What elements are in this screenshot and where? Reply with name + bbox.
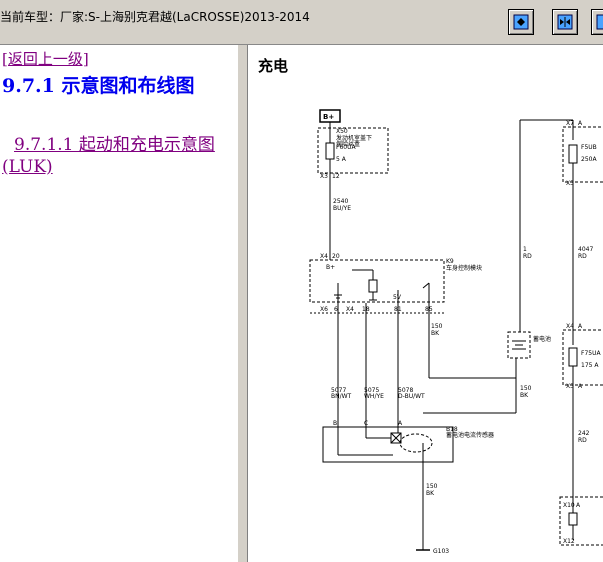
pin-a-x4r: A — [578, 323, 583, 330]
pin-a-x10: A — [576, 502, 581, 509]
collapse-icon — [596, 14, 603, 30]
x7-label: X7 — [566, 120, 574, 127]
w2540-color: BU/YE — [333, 205, 351, 212]
w5077-color: BN/WT — [331, 393, 352, 400]
x6-label: X6 — [320, 306, 328, 313]
f75ua-label: F75UA — [581, 350, 601, 357]
pin-18-label: 18 — [362, 306, 370, 313]
pin-a-x3r: A — [578, 383, 583, 390]
expand-icon — [557, 14, 573, 30]
window-title: 当前车型：厂家:S-上海别克君越(LaCROSSE)2013-2014 — [0, 10, 310, 24]
pin-85-label: 85 — [425, 306, 433, 313]
pin-20-label: 20 — [332, 253, 340, 260]
x50-label: X50 — [336, 128, 348, 135]
k9-desc: 车身控制模块 — [446, 264, 482, 272]
pin-6-label: 6 — [334, 306, 338, 313]
pin-a-x7: A — [578, 120, 583, 127]
bk-right: BK — [520, 392, 529, 399]
rd-4047: RD — [578, 253, 587, 260]
nav-pane: [返回上一级] 9.7.1 示意图和布线图 9.7.1.1 起动和充电示意图 (… — [0, 45, 237, 562]
x4-right-label: X4 — [566, 323, 574, 330]
w5075-color: WH/YE — [364, 393, 384, 400]
sv-label: 5V — [393, 294, 402, 301]
pin-b-label: B — [333, 420, 337, 427]
f60ua-rating: 5 A — [336, 156, 347, 163]
x12-label: X12 — [563, 538, 575, 545]
pin-81-label: 81 — [394, 306, 402, 313]
battery-label: 蓄电池 — [533, 335, 551, 343]
w5078-color: D-BU/WT — [398, 393, 425, 400]
w1-label: 1 — [523, 246, 527, 253]
x4-mid-label: X4 — [346, 306, 354, 313]
pane-splitter[interactable] — [237, 45, 248, 562]
bk-top: BK — [431, 330, 440, 337]
x4-top-label: X4 — [320, 253, 328, 260]
w150-top: 150 — [431, 323, 443, 330]
toolbar: 当前车型：厂家:S-上海别克君越(LaCROSSE)2013-2014 — [0, 0, 603, 45]
g103-label: G103 — [433, 548, 449, 555]
f5ub-rating: 250A — [581, 156, 597, 163]
bplus-k9-label: B+ — [326, 264, 335, 271]
pin-12-label: 12 — [332, 173, 340, 180]
diamond-icon — [513, 14, 529, 30]
rd-242: RD — [578, 437, 587, 444]
back-link[interactable]: [返回上一级] — [2, 48, 89, 69]
w2540-label: 2540 — [333, 198, 348, 205]
x3-right-label: X3 — [566, 180, 574, 187]
section-heading: 9.7.1 示意图和布线图 — [2, 75, 195, 97]
w242-label: 242 — [578, 430, 590, 437]
bk-bot: BK — [426, 490, 435, 497]
x3-left-label: X3 — [320, 173, 328, 180]
pin-a-label: A — [398, 420, 403, 427]
show-button[interactable] — [508, 9, 534, 35]
x10-label: X10 — [563, 502, 575, 509]
sub-section-link[interactable]: 9.7.1.1 起动和充电示意图 (LUK) — [2, 134, 232, 178]
k9-label: K9 — [446, 258, 454, 265]
pin-c-label: C — [364, 420, 368, 427]
f75ua-rating: 175 A — [581, 362, 599, 369]
bplus-label: B+ — [323, 113, 334, 121]
wiring-diagram: B+ X50 发动机室盖下 保险丝盒 F60UA 5 A X3 12 2540 … — [309, 109, 603, 555]
diagram-pane: 充电 B+ X50 发动机室盖下 保险丝盒 F60UA 5 A X3 12 25… — [248, 45, 603, 562]
w4047-label: 4047 — [578, 246, 593, 253]
expand-button[interactable] — [552, 9, 578, 35]
b18-desc: 蓄电池电流传感器 — [446, 431, 494, 439]
rd1-label: RD — [523, 253, 532, 260]
x3-right2-label: X3 — [566, 383, 574, 390]
f5ub-label: F5UB — [581, 144, 597, 151]
w150-right: 150 — [520, 385, 532, 392]
f60ua-label: F60UA — [336, 144, 356, 151]
collapse-button[interactable] — [591, 9, 603, 35]
w150-bot: 150 — [426, 483, 438, 490]
